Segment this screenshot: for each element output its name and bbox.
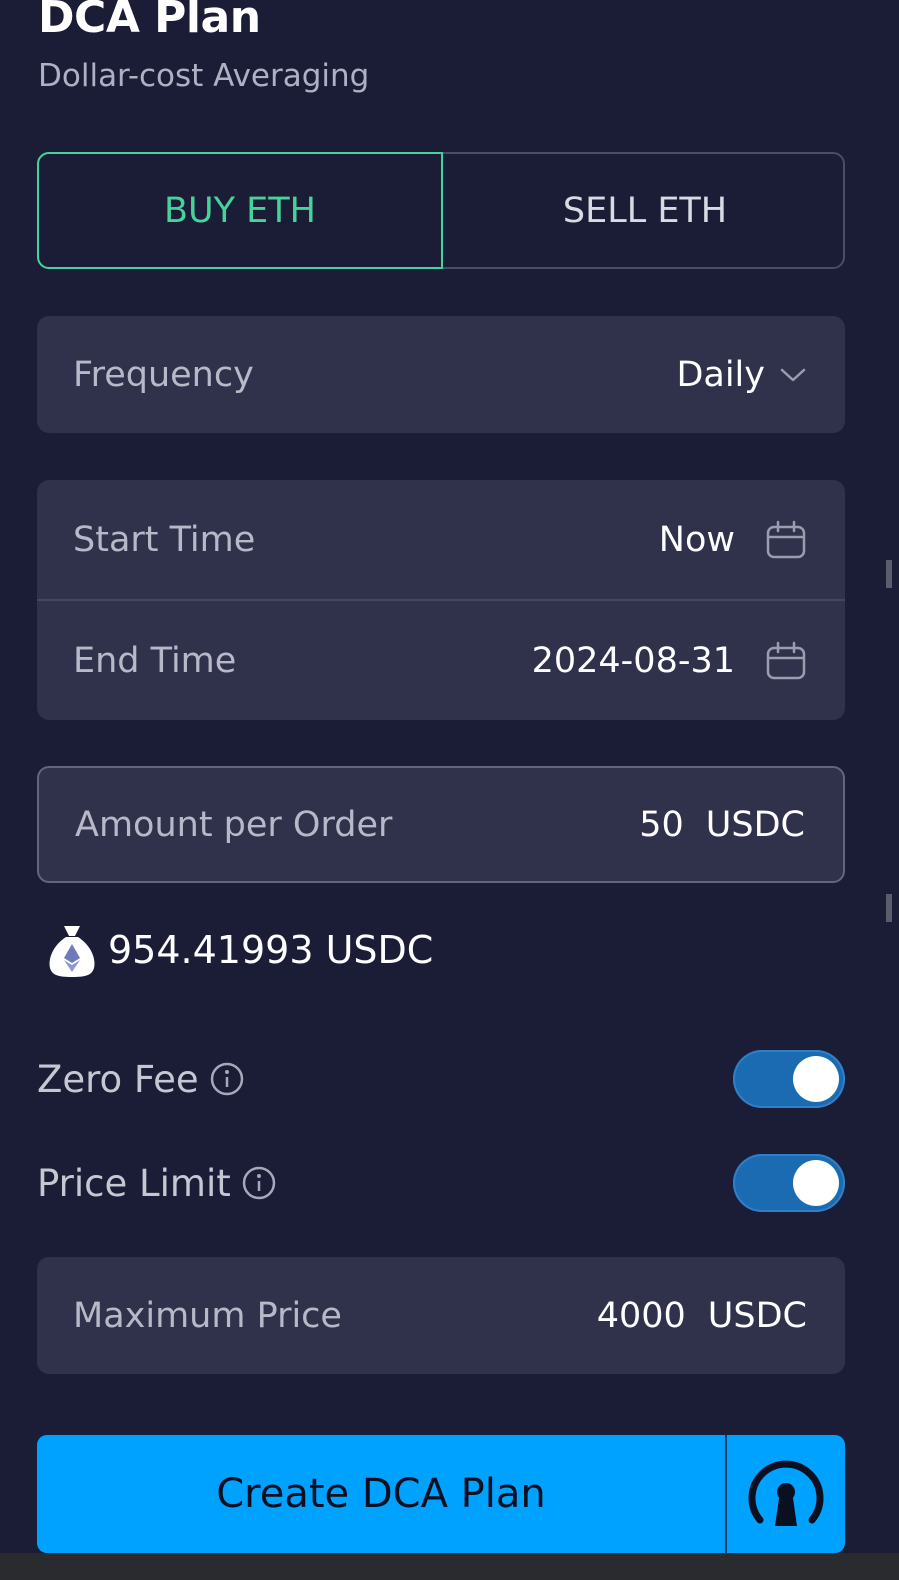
start-time-label: Start Time (73, 520, 256, 560)
end-time-field[interactable]: End Time 2024-08-31 (37, 601, 845, 720)
amount-label: Amount per Order (75, 804, 393, 845)
page-title: DCA Plan (38, 0, 261, 43)
toggle-knob (793, 1056, 839, 1102)
max-price-value[interactable]: 4000 (597, 1296, 686, 1336)
scroll-marker (886, 560, 892, 588)
price-limit-row: Price Limit (37, 1153, 845, 1213)
start-time-field[interactable]: Start Time Now (37, 480, 845, 600)
eth-money-bag-icon (46, 922, 98, 978)
price-limit-label: Price Limit (37, 1161, 231, 1205)
toggle-knob (793, 1160, 839, 1206)
create-dca-plan-button[interactable]: Create DCA Plan (37, 1435, 727, 1553)
amount-unit: USDC (705, 804, 805, 845)
max-price-unit: USDC (707, 1295, 807, 1336)
price-limit-toggle[interactable] (733, 1154, 845, 1212)
balance-value: 954.41993 USDC (108, 928, 434, 972)
create-dca-plan-button-group: Create DCA Plan (37, 1435, 845, 1553)
scroll-marker (886, 894, 892, 922)
tab-buy[interactable]: BUY ETH (37, 152, 443, 269)
chevron-down-icon (779, 366, 807, 384)
amount-value[interactable]: 50 (639, 805, 684, 845)
max-price-label: Maximum Price (73, 1295, 342, 1336)
maximum-price-input[interactable]: Maximum Price 4000 USDC (37, 1257, 845, 1374)
frequency-label: Frequency (73, 354, 254, 395)
bottom-bar (0, 1553, 899, 1580)
available-balance: 954.41993 USDC (46, 922, 433, 978)
time-range-panel: Start Time Now End Time 2024-08-31 (37, 480, 845, 720)
tab-sell[interactable]: SELL ETH (443, 152, 847, 269)
end-time-value: 2024-08-31 (531, 640, 735, 681)
calendar-icon[interactable] (765, 520, 807, 560)
side-tabs: BUY ETH SELL ETH (37, 152, 845, 269)
end-time-label: End Time (73, 640, 237, 681)
info-icon[interactable] (209, 1061, 245, 1097)
info-icon[interactable] (241, 1165, 277, 1201)
zero-fee-row: Zero Fee (37, 1049, 845, 1109)
page-subtitle: Dollar-cost Averaging (38, 58, 370, 94)
calendar-icon[interactable] (765, 641, 807, 681)
zero-fee-label: Zero Fee (37, 1057, 199, 1101)
frequency-select[interactable]: Frequency Daily (37, 316, 845, 433)
zero-fee-toggle[interactable] (733, 1050, 845, 1108)
frequency-value: Daily (676, 354, 765, 395)
wallet-lock-icon[interactable] (727, 1435, 845, 1553)
start-time-value: Now (658, 520, 735, 560)
amount-per-order-input[interactable]: Amount per Order 50 USDC (37, 766, 845, 883)
